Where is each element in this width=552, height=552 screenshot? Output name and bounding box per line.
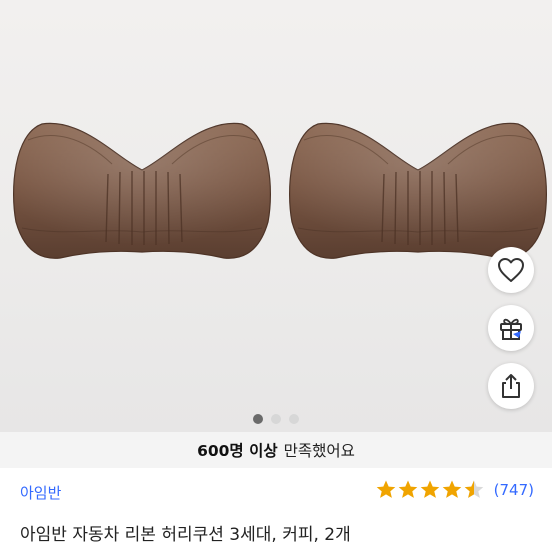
star-icon-1 xyxy=(376,480,395,498)
cushion-left xyxy=(12,122,272,259)
star-icon-4 xyxy=(442,480,461,498)
product-image-carousel[interactable] xyxy=(0,0,552,432)
star-icon-3 xyxy=(420,480,439,498)
product-info: 아임반 (747) 아임반 자동차 리본 허리쿠션 3세대, 커피, 2개 xyxy=(0,468,552,552)
carousel-dot-2[interactable] xyxy=(271,414,281,424)
satisfaction-banner: 600명 이상 만족했어요 xyxy=(0,432,552,468)
rating[interactable]: (747) xyxy=(375,479,534,501)
star-icon-5-half xyxy=(464,480,483,498)
share-button[interactable] xyxy=(488,363,534,409)
satisfaction-text: 만족했어요 xyxy=(283,442,355,460)
gift-icon xyxy=(500,318,522,340)
star-rating xyxy=(376,480,483,498)
wishlist-button[interactable] xyxy=(488,247,534,293)
brand-link[interactable]: 아임반 xyxy=(20,482,61,503)
cushion-right xyxy=(288,122,548,259)
share-icon xyxy=(502,374,520,398)
carousel-dots xyxy=(0,414,552,428)
product-image xyxy=(12,122,548,259)
carousel-dot-3[interactable] xyxy=(289,414,299,424)
carousel-dot-1[interactable] xyxy=(253,414,263,424)
gift-button[interactable] xyxy=(488,305,534,351)
product-title: 아임반 자동차 리본 허리쿠션 3세대, 커피, 2개 xyxy=(20,525,351,545)
heart-icon xyxy=(498,258,524,282)
star-icon-2 xyxy=(398,480,417,498)
review-count[interactable]: (747) xyxy=(494,481,534,499)
satisfaction-count: 600명 이상 xyxy=(197,442,278,460)
